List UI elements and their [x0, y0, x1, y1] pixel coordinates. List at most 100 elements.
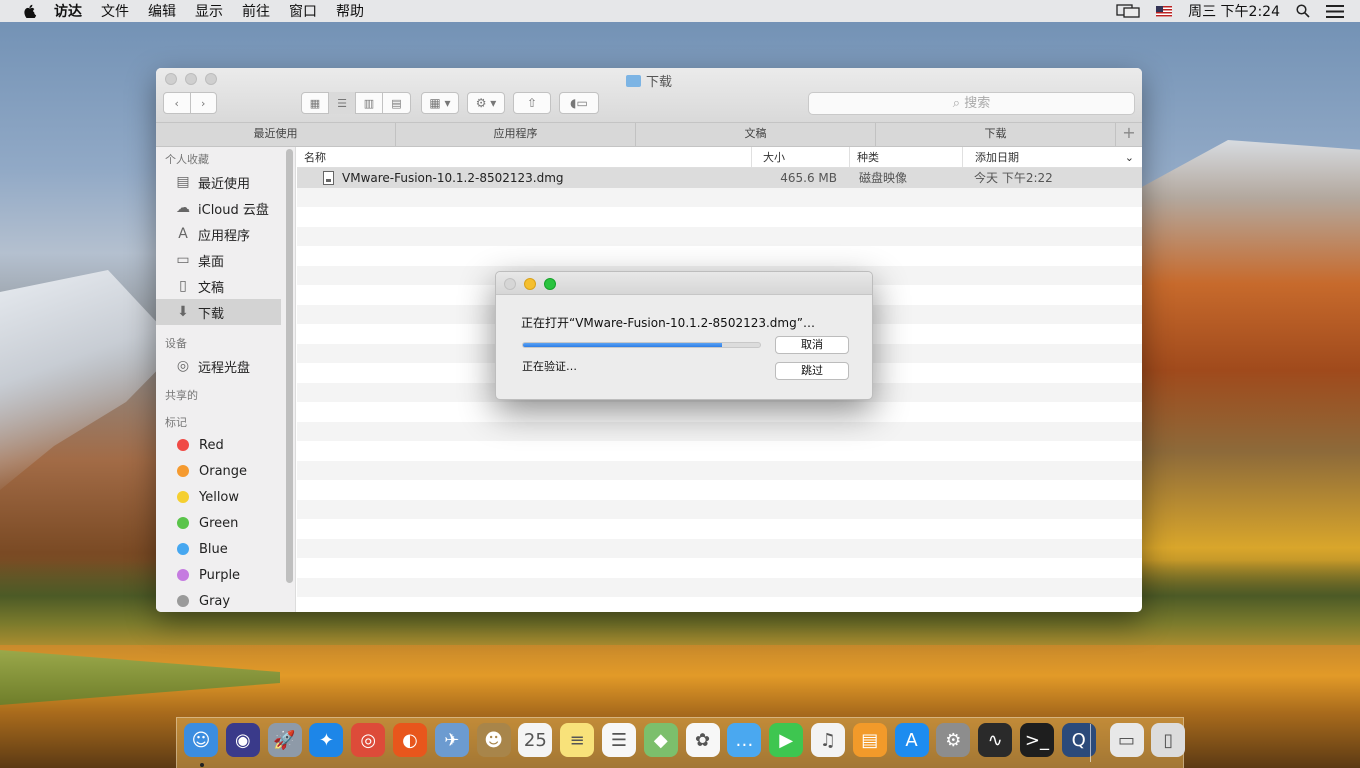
share-icon[interactable]: ⇧: [513, 92, 551, 114]
activity-monitor-icon[interactable]: ∿: [978, 723, 1013, 757]
dialog-close-button[interactable]: [504, 278, 516, 290]
menu-view[interactable]: 显示: [195, 1, 223, 21]
apple-menu-icon[interactable]: [20, 4, 40, 18]
file-name: VMware-Fusion-10.1.2-8502123.dmg: [342, 170, 564, 185]
finder-running-indicator: [200, 763, 204, 767]
menu-window[interactable]: 窗口: [289, 1, 317, 21]
downloads-stack-icon[interactable]: ▭: [1109, 723, 1144, 757]
messages-icon[interactable]: …: [727, 723, 762, 757]
menu-file[interactable]: 文件: [101, 1, 129, 21]
empty-row: [297, 480, 1142, 500]
sidebar-item-applications[interactable]: A 应用程序: [156, 221, 295, 247]
notification-center-icon[interactable]: [1326, 4, 1344, 18]
ibooks-icon[interactable]: ▤: [852, 723, 887, 757]
display-mirroring-icon[interactable]: [1116, 4, 1140, 18]
dialog-zoom-button[interactable]: [544, 278, 556, 290]
reminders-icon[interactable]: ☰: [601, 723, 636, 757]
column-header-name[interactable]: 名称: [297, 147, 752, 167]
finder-icon[interactable]: ☺: [184, 723, 218, 757]
file-date: 今天 下午2:22: [974, 171, 1053, 186]
notes-icon[interactable]: ≡: [560, 723, 595, 757]
sidebar-item-remote-disc[interactable]: ◎ 远程光盘: [156, 353, 295, 379]
sidebar-header-tags: 标记: [165, 416, 187, 429]
facetime-icon[interactable]: ▶: [769, 723, 804, 757]
input-source-flag-icon[interactable]: [1156, 5, 1173, 17]
list-view-icon[interactable]: ☰: [329, 92, 356, 114]
tab-recents[interactable]: 最近使用: [156, 123, 396, 146]
calendar-icon[interactable]: 25: [518, 723, 553, 757]
safari-icon[interactable]: ✦: [309, 723, 344, 757]
sidebar-header-shared: 共享的: [165, 389, 198, 402]
menu-help[interactable]: 帮助: [336, 1, 364, 21]
appstore-icon[interactable]: A: [894, 723, 929, 757]
sidebar-item-documents[interactable]: ▯ 文稿: [156, 273, 295, 299]
progress-fill: [523, 343, 723, 347]
sidebar-tag-orange[interactable]: Orange: [156, 458, 295, 484]
tag-icon[interactable]: ◖▭: [559, 92, 599, 114]
siri-icon[interactable]: ◉: [225, 723, 260, 757]
sidebar-tag-gray[interactable]: Gray: [156, 588, 295, 612]
firefox-icon[interactable]: ◐: [392, 723, 427, 757]
menu-bar: 访达 文件 编辑 显示 前往 窗口 帮助 周三 下午2:24: [0, 0, 1360, 22]
empty-row: [297, 558, 1142, 578]
column-view-icon[interactable]: ▥: [356, 92, 383, 114]
photos-icon[interactable]: ✿: [685, 723, 720, 757]
sidebar-tag-purple[interactable]: Purple: [156, 562, 295, 588]
dialog-minimize-button[interactable]: [524, 278, 536, 290]
back-button[interactable]: ‹: [164, 92, 191, 114]
file-size: 465.6 MB: [780, 170, 837, 185]
tab-documents[interactable]: 文稿: [636, 123, 876, 146]
skip-button[interactable]: 跳过: [775, 362, 849, 380]
sidebar-header-favorites: 个人收藏: [165, 153, 209, 166]
itunes-icon[interactable]: ♫: [810, 723, 845, 757]
menu-finder[interactable]: 访达: [54, 1, 82, 21]
sidebar-item-desktop[interactable]: ▭ 桌面: [156, 247, 295, 273]
menu-go[interactable]: 前往: [242, 1, 270, 21]
gallery-view-icon[interactable]: ▤: [383, 92, 410, 114]
tag-green-icon: [177, 517, 189, 529]
preview-icon[interactable]: ✈: [434, 723, 469, 757]
group-by-button[interactable]: ▦ ▾: [421, 92, 459, 114]
new-tab-button[interactable]: +: [1116, 123, 1142, 146]
document-icon: ▯: [179, 278, 187, 294]
menu-clock[interactable]: 周三 下午2:24: [1188, 1, 1280, 21]
dialog-status: 正在验证…: [522, 360, 577, 373]
forward-button[interactable]: ›: [191, 92, 217, 114]
sidebar-item-icloud[interactable]: ☁ iCloud 云盘: [156, 195, 295, 221]
sidebar-tag-yellow[interactable]: Yellow: [156, 484, 295, 510]
terminal-icon[interactable]: >_: [1019, 723, 1054, 757]
chrome-icon[interactable]: ◎: [351, 723, 386, 757]
dialog-message: 正在打开“VMware-Fusion-10.1.2-8502123.dmg”…: [521, 316, 815, 330]
column-header-size[interactable]: 大小: [752, 147, 850, 167]
wallpaper-autumn-mountain: [1140, 140, 1360, 620]
column-header-date[interactable]: 添加日期 ⌄: [963, 147, 1142, 167]
action-gear-icon[interactable]: ⚙ ▾: [467, 92, 505, 114]
column-header-kind[interactable]: 种类: [850, 147, 963, 167]
sidebar-item-recents[interactable]: ▤ 最近使用: [156, 169, 295, 195]
spotlight-search-icon[interactable]: [1296, 4, 1310, 18]
tab-applications[interactable]: 应用程序: [396, 123, 636, 146]
icon-view-icon[interactable]: ▦: [302, 92, 329, 114]
sidebar-tag-blue[interactable]: Blue: [156, 536, 295, 562]
system-preferences-icon[interactable]: ⚙: [936, 723, 971, 757]
sidebar-item-downloads[interactable]: ⬇ 下载: [156, 299, 281, 325]
table-row[interactable]: VMware-Fusion-10.1.2-8502123.dmg 465.6 M…: [297, 168, 1142, 188]
search-input[interactable]: ⌕ 搜索: [808, 92, 1135, 115]
applications-icon: A: [178, 226, 188, 242]
sidebar-tag-red[interactable]: Red: [156, 432, 295, 458]
tag-orange-icon: [177, 465, 189, 477]
sidebar-tag-green[interactable]: Green: [156, 510, 295, 536]
tab-downloads[interactable]: 下载: [876, 123, 1116, 146]
back-forward-buttons: ‹ ›: [163, 92, 217, 114]
sidebar-scrollbar[interactable]: [286, 149, 293, 583]
menu-edit[interactable]: 编辑: [148, 1, 176, 21]
maps-icon[interactable]: ◆: [643, 723, 678, 757]
download-icon: ⬇: [177, 304, 189, 320]
cancel-button[interactable]: 取消: [775, 336, 849, 354]
empty-row: [297, 460, 1142, 480]
trash-icon[interactable]: ▯: [1151, 723, 1186, 757]
launchpad-icon[interactable]: 🚀: [267, 723, 302, 757]
tag-purple-icon: [177, 569, 189, 581]
contacts-icon[interactable]: ☻: [476, 723, 511, 757]
cloud-icon: ☁: [176, 200, 190, 216]
